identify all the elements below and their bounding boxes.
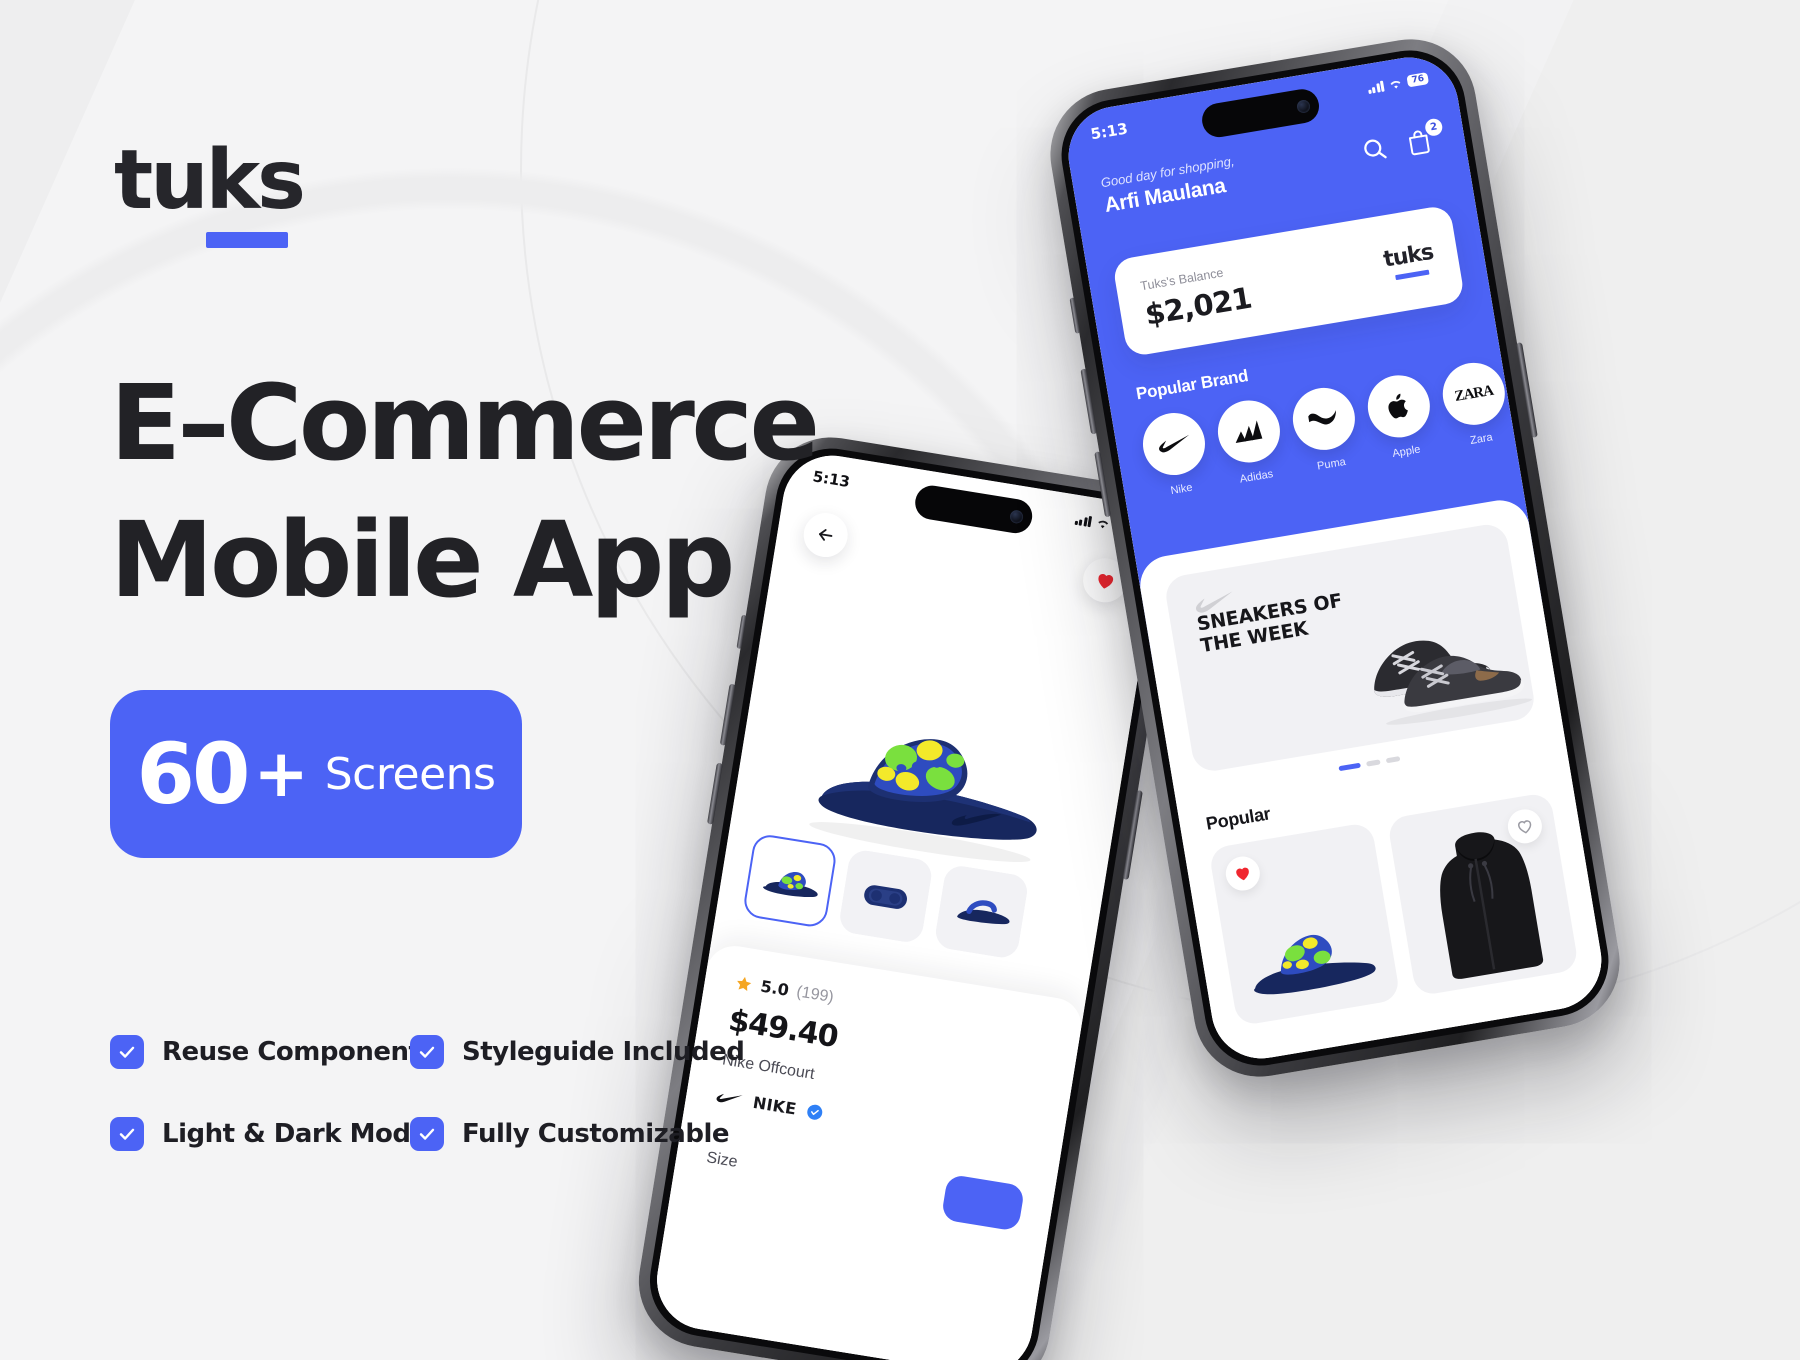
wifi-icon xyxy=(1388,77,1404,90)
feature-label: Reuse Component xyxy=(162,1037,421,1067)
popular-product-grid xyxy=(1208,791,1580,1027)
balance-card-logo: tuks xyxy=(1382,240,1437,282)
feature-item: Reuse Component xyxy=(110,1035,421,1069)
popular-product-card[interactable] xyxy=(1386,791,1580,997)
cellular-bars-icon xyxy=(1074,513,1093,527)
brand-item-puma[interactable]: Puma xyxy=(1288,383,1363,475)
feature-label: Styleguide Included xyxy=(462,1037,745,1067)
page-title: E–Commerce Mobile App xyxy=(110,355,870,630)
cellular-bars-icon xyxy=(1367,79,1386,94)
front-camera-icon xyxy=(1008,508,1024,524)
search-button[interactable] xyxy=(1359,133,1394,168)
home-content-sheet: SNEAKERS OF THE WEEK Popular xyxy=(1135,495,1609,1066)
status-time: 5:13 xyxy=(1089,119,1130,144)
apple-icon xyxy=(1388,393,1408,419)
screens-count-label: Screens xyxy=(324,748,496,800)
check-icon xyxy=(110,1035,144,1069)
home-screen: 5:13 76 Good day for shopping, Arfi Maul… xyxy=(1061,50,1609,1066)
hero-content-column: tuks E–Commerce Mobile App 60 + Screens … xyxy=(108,0,868,1360)
check-icon xyxy=(110,1117,144,1151)
page-title-line-1: E–Commerce xyxy=(110,362,820,484)
phone-mockup-home: 5:13 76 Good day for shopping, Arfi Maul… xyxy=(1040,29,1630,1087)
screens-count-badge: 60 + Screens xyxy=(110,690,522,858)
sneaker-image xyxy=(1374,640,1533,725)
popular-product-card[interactable] xyxy=(1208,821,1401,1027)
search-icon xyxy=(1364,139,1387,159)
balance-card-logo-underline xyxy=(1395,269,1430,281)
zara-icon: ZARA xyxy=(1453,382,1495,405)
slide-sandal-image xyxy=(1254,934,1376,995)
feature-label: Light & Dark Mode xyxy=(162,1119,428,1149)
silent-switch[interactable] xyxy=(1069,297,1081,334)
slide-side-image xyxy=(957,900,1010,925)
balance-text-block: Tuks's Balance $2,021 xyxy=(1139,261,1253,331)
screens-count-plus: + xyxy=(253,735,309,812)
brand-item-adidas[interactable]: Adidas xyxy=(1213,395,1288,488)
feature-label: Fully Customizable xyxy=(462,1119,730,1149)
heart-filled-icon xyxy=(1236,867,1249,881)
carousel-dot[interactable] xyxy=(1385,756,1401,764)
brand-item-apple[interactable]: Apple xyxy=(1363,370,1438,463)
cart-button[interactable]: 2 xyxy=(1404,117,1444,161)
screens-count-number: 60 xyxy=(136,725,251,823)
feature-item: Fully Customizable xyxy=(410,1117,730,1151)
brand-item-nike[interactable]: Nike xyxy=(1138,408,1213,500)
black-hoodie-image xyxy=(1439,832,1543,980)
product-thumbnail[interactable] xyxy=(933,863,1030,960)
front-camera-icon xyxy=(1295,98,1311,114)
brand-logo-text: tuks xyxy=(114,133,306,228)
brand-logo-circle xyxy=(1288,383,1360,455)
feature-item: Styleguide Included xyxy=(410,1035,745,1069)
brand-item-zara[interactable]: ZARA Zara xyxy=(1438,358,1513,450)
balance-card-logo-text: tuks xyxy=(1381,239,1435,273)
feature-list: Reuse Component Styleguide Included Ligh… xyxy=(110,1035,770,1151)
volume-up-button[interactable] xyxy=(1080,368,1098,435)
promo-banner[interactable]: SNEAKERS OF THE WEEK xyxy=(1163,521,1537,774)
phone-screen-home: 5:13 76 Good day for shopping, Arfi Maul… xyxy=(1061,50,1609,1066)
home-action-buttons: 2 xyxy=(1359,117,1444,168)
adidas-icon xyxy=(1235,420,1263,443)
power-button[interactable] xyxy=(1122,790,1143,880)
favorite-button[interactable] xyxy=(1223,853,1263,894)
brand-logo-circle xyxy=(1363,370,1435,443)
check-icon xyxy=(410,1035,444,1069)
status-indicators: 76 xyxy=(1367,72,1430,94)
nike-swoosh-icon xyxy=(1158,434,1189,453)
brand-logo-circle xyxy=(1138,408,1210,480)
brand-logo-circle: ZARA xyxy=(1438,358,1510,430)
add-to-cart-button[interactable] xyxy=(940,1173,1026,1232)
brand-logo-underline xyxy=(206,232,288,248)
brand-logo: tuks xyxy=(114,133,306,248)
check-icon xyxy=(410,1117,444,1151)
heart-filled-icon xyxy=(1098,573,1113,589)
page-title-line-2: Mobile App xyxy=(110,499,735,622)
carousel-dot-active[interactable] xyxy=(1338,762,1361,772)
promo-product-image xyxy=(1331,568,1537,737)
carousel-dot[interactable] xyxy=(1366,759,1381,767)
wifi-icon xyxy=(1096,517,1112,530)
battery-indicator: 76 xyxy=(1406,72,1430,88)
phone-bezel: 5:13 76 xyxy=(1053,42,1617,1074)
puma-icon xyxy=(1308,410,1336,425)
brand-logo-circle xyxy=(1213,395,1285,468)
feature-item: Light & Dark Mode xyxy=(110,1117,428,1151)
